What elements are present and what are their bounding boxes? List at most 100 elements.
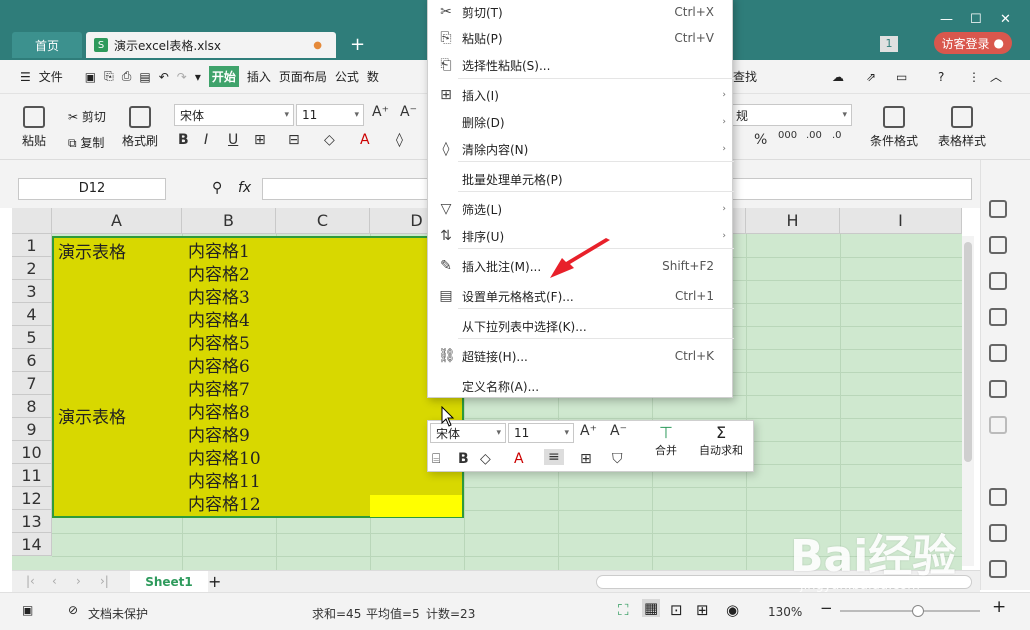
new-tab-button[interactable]: + [350, 34, 365, 55]
cell-b2[interactable]: 内容格2 [188, 260, 250, 285]
mini-merge-button[interactable]: ⊤ 合并 [646, 423, 686, 458]
font-color-icon[interactable]: A [360, 132, 370, 148]
decrease-decimal-icon[interactable]: .0 [832, 130, 842, 141]
more-icon[interactable]: ⋮ [968, 70, 980, 84]
zoom-level[interactable]: 130% [768, 605, 802, 619]
mini-size-select[interactable]: 11 ▾ [508, 423, 574, 443]
cell-b7[interactable]: 内容格7 [188, 375, 250, 400]
context-item-10[interactable]: ▤ 设置单元格格式(F)... Ctrl+1 [428, 283, 734, 309]
context-item-5[interactable]: ◊ 清除内容(N) › [428, 136, 734, 162]
size-select[interactable]: 11 ▾ [296, 104, 364, 126]
eye-protection-icon[interactable]: ◉ [726, 601, 739, 619]
table-style-button[interactable]: 表格样式 [938, 106, 986, 149]
cell-b3[interactable]: 内容格3 [188, 283, 250, 308]
merge-style-icon[interactable]: ⊟ [288, 132, 300, 148]
shapes-icon[interactable] [989, 236, 1007, 254]
last-sheet-icon[interactable]: ›| [100, 574, 109, 588]
cloud-icon[interactable]: ☁ [832, 70, 844, 84]
zoom-search-icon[interactable]: ⚲ [212, 180, 222, 196]
mini-decrease-font-icon[interactable]: A⁻ [610, 423, 627, 439]
share-panel-icon[interactable] [989, 524, 1007, 542]
col-header-i[interactable]: I [840, 208, 962, 234]
save-icon[interactable]: ▣ [85, 70, 96, 84]
bold-icon[interactable]: B [178, 132, 189, 148]
zoom-slider-thumb[interactable] [912, 605, 924, 617]
context-item-2[interactable]: ⎗ 选择性粘贴(S)... [428, 52, 734, 78]
context-item-1[interactable]: ⎘ 粘贴(P) Ctrl+V [428, 25, 734, 51]
cell-a1[interactable]: 演示表格 [58, 238, 126, 263]
fill-color-icon[interactable]: ◇ [324, 132, 335, 148]
file-menu[interactable]: 文件 [39, 68, 63, 85]
context-item-6[interactable]: 批量处理单元格(P) [428, 166, 734, 192]
mini-border-icon[interactable]: ⊞ [580, 451, 592, 467]
collapse-ribbon-icon[interactable]: ︿ [990, 68, 1002, 85]
mini-align-center-icon[interactable]: ≡ [544, 449, 564, 465]
corner-select-all[interactable] [12, 208, 52, 234]
cell-b11[interactable]: 内容格11 [188, 467, 261, 492]
context-item-3[interactable]: ⊞ 插入(I) › [428, 82, 734, 108]
menu-icon[interactable]: ☰ [20, 70, 31, 84]
mini-format-painter-icon[interactable]: ⛉ [612, 451, 623, 467]
context-item-0[interactable]: ✂ 剪切(T) Ctrl+X [428, 0, 734, 25]
decrease-font-icon[interactable]: A⁻ [400, 104, 417, 120]
mini-wrap-icon[interactable]: ⌸ [432, 451, 440, 467]
menu-tab-formula[interactable]: 公式 [335, 68, 359, 85]
vertical-scroll-thumb[interactable] [964, 242, 972, 462]
cell-b4[interactable]: 内容格4 [188, 306, 250, 331]
context-item-13[interactable]: 定义名称(A)... [428, 373, 734, 399]
cut-button[interactable]: ✂ 剪切 [68, 108, 106, 125]
cell-b6[interactable]: 内容格6 [188, 352, 250, 377]
col-header-a[interactable]: A [52, 208, 182, 234]
sheet-tab-sheet1[interactable]: Sheet1 [130, 571, 208, 593]
context-item-4[interactable]: 删除(D) › [428, 109, 734, 135]
col-header-b[interactable]: B [182, 208, 276, 234]
guest-login-button[interactable]: 访客登录 ● [933, 32, 1012, 54]
chart-icon[interactable] [989, 380, 1007, 398]
select-pointer-icon[interactable] [989, 200, 1007, 218]
context-item-7[interactable]: ▽ 筛选(L) › [428, 196, 734, 222]
menu-tab-start[interactable]: 开始 [208, 66, 239, 87]
context-item-11[interactable]: 从下拉列表中选择(K)... [428, 313, 734, 339]
find-button[interactable]: 查找 [733, 68, 757, 85]
border-icon[interactable]: ⊞ [254, 132, 266, 148]
copy-button[interactable]: ⧉ 复制 [68, 134, 104, 151]
help-icon[interactable]: ? [938, 70, 944, 84]
more-dropdown-icon[interactable]: ▾ [195, 70, 201, 84]
row-header-14[interactable]: 14 [12, 533, 52, 556]
row-header-1[interactable]: 1 [12, 234, 52, 257]
prev-sheet-icon[interactable]: ‹ [52, 574, 57, 588]
number-format-select[interactable]: 规 ▾ [730, 104, 852, 126]
add-sheet-button[interactable]: + [208, 572, 221, 591]
table-icon[interactable] [989, 308, 1007, 326]
row-header-10[interactable]: 10 [12, 441, 52, 464]
format-painter-button[interactable]: 格式刷 [122, 106, 158, 149]
export-icon[interactable]: ⎘ [104, 69, 114, 84]
page-view-icon[interactable]: ⊡ [670, 601, 683, 619]
fullscreen-icon[interactable]: ⛶ [618, 601, 629, 619]
first-sheet-icon[interactable]: |‹ [26, 574, 35, 588]
italic-icon[interactable]: I [204, 132, 208, 148]
tab-document[interactable]: S 演示excel表格.xlsx ● [86, 32, 336, 58]
row-header-13[interactable]: 13 [12, 510, 52, 533]
row-header-11[interactable]: 11 [12, 464, 52, 487]
next-sheet-icon[interactable]: › [76, 574, 81, 588]
paste-button[interactable]: 粘贴 [22, 106, 46, 149]
cell-b9[interactable]: 内容格9 [188, 421, 250, 446]
workspace-icon[interactable]: ▭ [896, 70, 907, 84]
backup-icon[interactable] [989, 488, 1007, 506]
row-header-7[interactable]: 7 [12, 372, 52, 395]
cell-b12[interactable]: 内容格12 [188, 490, 261, 515]
grid-apps-icon[interactable] [989, 344, 1007, 362]
mini-bold-icon[interactable]: B [458, 451, 469, 467]
menu-tab-data[interactable]: 数 [367, 68, 379, 85]
mini-increase-font-icon[interactable]: A⁺ [580, 423, 597, 439]
context-item-12[interactable]: ⛓ 超链接(H)... Ctrl+K [428, 343, 734, 369]
fill-icon[interactable] [989, 272, 1007, 290]
conditional-format-button[interactable]: 条件格式 [870, 106, 918, 149]
zoom-out-icon[interactable]: − [820, 599, 833, 617]
active-cell-d12[interactable] [370, 495, 462, 517]
menu-tab-insert[interactable]: 插入 [247, 68, 271, 85]
menu-tab-page-layout[interactable]: 页面布局 [279, 68, 327, 85]
close-button[interactable]: ✕ [1000, 12, 1011, 27]
protect-status[interactable]: 文档未保护 [88, 605, 148, 622]
